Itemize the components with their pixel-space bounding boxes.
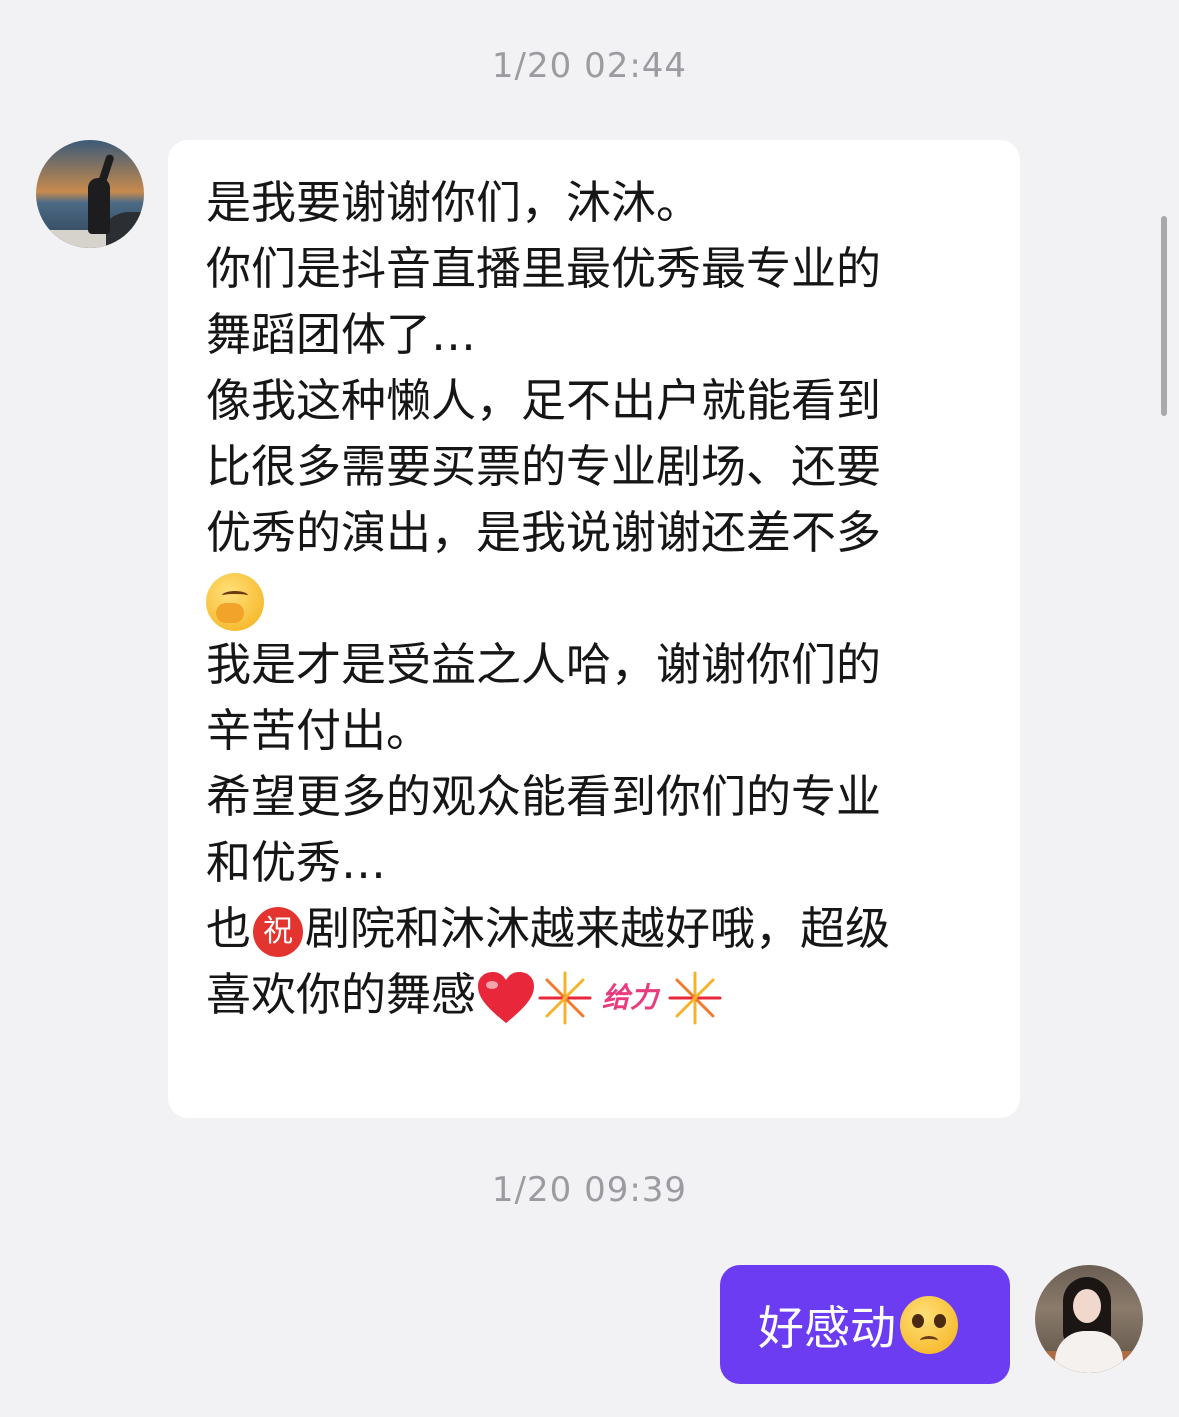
message-line-mixed: 喜欢你的舞感 给力 [206, 962, 1000, 1028]
message-text: 也 [206, 902, 252, 955]
message-text: 好感动 [758, 1300, 896, 1355]
avatar-shirt [1055, 1331, 1123, 1373]
message-line: 比很多需要买票的专业剧场、还要 [206, 440, 882, 493]
sender-avatar[interactable] [36, 140, 144, 248]
avatar-figure [88, 178, 110, 234]
smiling-face-icon [206, 573, 264, 631]
message-text: 喜欢你的舞感 [206, 968, 477, 1021]
message-line: 像我这种懒人，足不出户就能看到 [206, 374, 882, 427]
message-line: 我是才是受益之人哈，谢谢你们的 [206, 638, 882, 691]
message-line-emoji [206, 566, 1000, 632]
my-avatar[interactable] [1035, 1265, 1143, 1373]
red-heart-icon [478, 972, 535, 1023]
message-line: 舞蹈团体了… [206, 308, 477, 361]
scrollbar[interactable] [1161, 216, 1167, 416]
geili-icon: 给力 [602, 981, 659, 1014]
zhu-blessing-icon: 祝 [253, 907, 304, 957]
firework-icon [538, 971, 592, 1025]
pleading-face-icon [900, 1295, 958, 1354]
message-line: 是我要谢谢你们，沐沐。 [206, 176, 702, 229]
message-line: 和优秀… [206, 836, 387, 889]
timestamp: 1/20 09:39 [491, 1170, 688, 1210]
message-line-mixed: 也祝剧院和沐沐越来越好哦，超级 [206, 896, 1000, 962]
message-line: 你们是抖音直播里最优秀最专业的 [206, 242, 882, 295]
message-line: 辛苦付出。 [206, 704, 432, 757]
incoming-message-bubble[interactable]: 是我要谢谢你们，沐沐。 你们是抖音直播里最优秀最专业的 舞蹈团体了… 像我这种懒… [168, 140, 1020, 1118]
message-line: 优秀的演出，是我说谢谢还差不多 [206, 506, 882, 559]
message-line: 希望更多的观众能看到你们的专业 [206, 770, 882, 823]
firework-icon [668, 971, 722, 1025]
outgoing-message-bubble[interactable]: 好感动 [720, 1265, 1010, 1384]
avatar-face [1073, 1289, 1101, 1323]
timestamp: 1/20 02:44 [491, 46, 688, 86]
avatar-rock [106, 212, 144, 248]
message-text: 剧院和沐沐越来越好哦，超级 [305, 902, 891, 955]
